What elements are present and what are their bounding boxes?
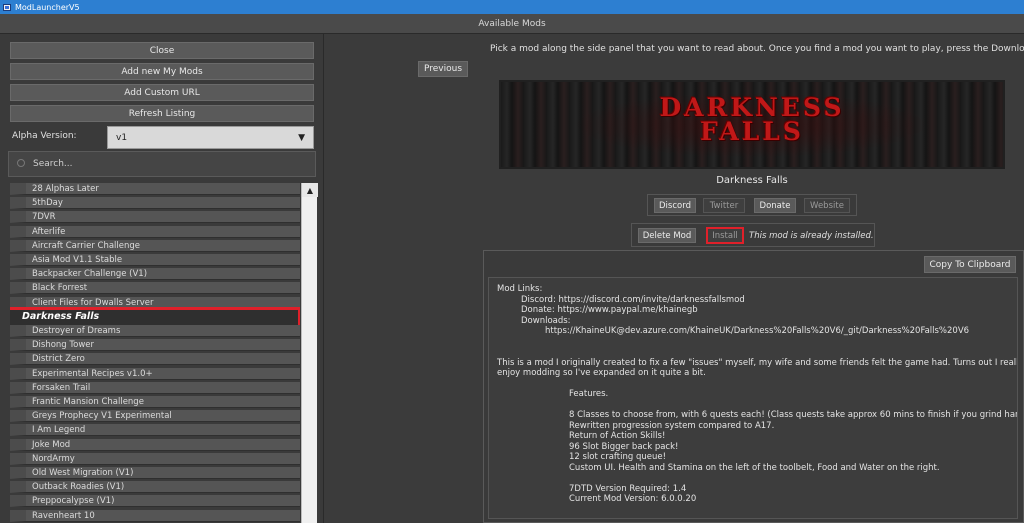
delete-mod-button[interactable]: Delete Mod bbox=[638, 228, 696, 243]
mod-list-item[interactable]: I Am Legend bbox=[10, 424, 300, 437]
refresh-listing-button[interactable]: Refresh Listing bbox=[10, 105, 314, 122]
description-line bbox=[497, 347, 1009, 358]
mod-list-item[interactable]: 5thDay bbox=[10, 197, 300, 210]
mod-description-textbox[interactable]: Mod Links: Discord: https://discord.com/i… bbox=[488, 277, 1018, 519]
description-line: https://KhaineUK@dev.azure.com/KhaineUK/… bbox=[545, 326, 970, 336]
previous-button[interactable]: Previous bbox=[418, 61, 468, 77]
description-line: 8 Classes to choose from, with 6 quests … bbox=[569, 410, 1018, 420]
search-icon bbox=[17, 159, 25, 167]
description-line bbox=[497, 473, 1009, 484]
mod-list-item[interactable]: Outback Roadies (V1) bbox=[10, 481, 300, 494]
mod-list-item[interactable]: Old West Migration (V1) bbox=[10, 467, 300, 479]
description-line: Downloads: bbox=[521, 315, 571, 326]
window-title: ModLauncherV5 bbox=[15, 2, 80, 12]
search-input[interactable]: Search... bbox=[8, 151, 316, 177]
install-group: Delete Mod Install This mod is already i… bbox=[631, 223, 875, 247]
description-line: Return of Action Skills! bbox=[569, 431, 666, 441]
mod-list-item[interactable]: Black Forrest bbox=[10, 282, 300, 295]
mod-list-item[interactable]: Greys Prophecy V1 Experimental bbox=[10, 410, 300, 423]
header-bar: Available Mods bbox=[0, 14, 1024, 34]
description-line: 12 slot crafting queue! bbox=[569, 452, 666, 462]
website-button[interactable]: Website bbox=[804, 198, 850, 213]
discord-button[interactable]: Discord bbox=[654, 198, 696, 213]
mod-links-group: Discord Twitter Donate Website bbox=[647, 194, 857, 216]
alpha-version-select[interactable]: v1 ▼ bbox=[107, 126, 314, 149]
mod-list-item[interactable]: Frantic Mansion Challenge bbox=[10, 396, 300, 408]
add-custom-url-button[interactable]: Add Custom URL bbox=[10, 84, 314, 101]
mod-list-item[interactable]: Asia Mod V1.1 Stable bbox=[10, 254, 300, 266]
mod-list-item[interactable]: Afterlife bbox=[10, 225, 300, 238]
scroll-up-arrow-icon[interactable]: ▲ bbox=[302, 183, 318, 197]
title-bar: ModLauncherV5 bbox=[0, 0, 1024, 14]
alpha-version-value: v1 bbox=[116, 132, 128, 143]
mod-list-item[interactable]: NordArmy bbox=[10, 452, 300, 465]
twitter-button[interactable]: Twitter bbox=[703, 198, 745, 213]
app-icon bbox=[3, 3, 11, 11]
mod-list-item[interactable]: Dishong Tower bbox=[10, 339, 300, 352]
mod-list-item[interactable]: Experimental Recipes v1.0+ bbox=[10, 367, 300, 380]
description-line: Mod Links: bbox=[497, 284, 543, 294]
description-line: Features. bbox=[569, 389, 609, 399]
instructions-text: Pick a mod along the side panel that you… bbox=[490, 44, 1024, 54]
mod-list-item[interactable]: 7DVR bbox=[10, 211, 300, 224]
mod-list-item[interactable]: 28 Alphas Later bbox=[10, 183, 300, 195]
mod-list-item[interactable]: Client Files for Dwalls Server bbox=[10, 296, 300, 309]
search-placeholder: Search... bbox=[33, 159, 73, 169]
banner-logo-text: DARKNESS FALLS bbox=[659, 93, 845, 146]
mod-banner-image: DARKNESS FALLS bbox=[499, 80, 1005, 169]
mod-list: 28 Alphas Later 5thDay 7DVR Afterlife Aircra… bbox=[10, 183, 300, 523]
mod-list-item[interactable]: Preppocalypse (V1) bbox=[10, 495, 300, 508]
description-line: enjoy modding so I've expanded on it qui… bbox=[497, 368, 706, 378]
description-line bbox=[497, 379, 1009, 390]
close-button[interactable]: Close bbox=[10, 42, 314, 59]
description-line: This is a mod I originally created to fi… bbox=[497, 357, 1018, 368]
install-status-text: This mod is already installed. bbox=[749, 231, 874, 241]
dropdown-arrow-icon: ▼ bbox=[298, 133, 305, 143]
description-line bbox=[497, 400, 1009, 411]
mod-list-item[interactable]: Aircraft Carrier Challenge bbox=[10, 239, 300, 252]
description-line bbox=[497, 337, 1009, 348]
alpha-version-label: Alpha Version: bbox=[12, 131, 77, 141]
copy-to-clipboard-button[interactable]: Copy To Clipboard bbox=[924, 256, 1016, 273]
mod-list-item[interactable]: Forsaken Trail bbox=[10, 381, 300, 394]
description-line: Custom UI. Health and Stamina on the lef… bbox=[569, 462, 940, 473]
description-line: Rewritten progression system compared to… bbox=[569, 420, 775, 431]
mod-list-item[interactable]: Joke Mod bbox=[10, 438, 300, 451]
description-line: 96 Slot Bigger back pack! bbox=[569, 441, 679, 452]
description-line: Current Mod Version: 6.0.0.20 bbox=[569, 494, 697, 504]
mod-list-item[interactable]: Ravenheart 10 bbox=[10, 509, 300, 522]
add-new-my-mods-button[interactable]: Add new My Mods bbox=[10, 63, 314, 80]
header-title: Available Mods bbox=[478, 18, 546, 29]
description-line: Discord: https://discord.com/invite/dark… bbox=[521, 294, 745, 305]
description-line: Donate: https://www.paypal.me/khainegb bbox=[521, 305, 698, 315]
mod-list-item[interactable]: Backpacker Challenge (V1) bbox=[10, 268, 300, 281]
mod-list-item[interactable]: District Zero bbox=[10, 353, 300, 366]
install-button[interactable]: Install bbox=[706, 227, 744, 244]
donate-button[interactable]: Donate bbox=[754, 198, 796, 213]
mod-list-item[interactable]: Destroyer of Dreams bbox=[10, 325, 300, 337]
description-line: 7DTD Version Required: 1.4 bbox=[569, 483, 687, 494]
mod-title: Darkness Falls bbox=[716, 175, 788, 186]
mod-list-scrollbar[interactable]: ▲ bbox=[301, 183, 318, 523]
